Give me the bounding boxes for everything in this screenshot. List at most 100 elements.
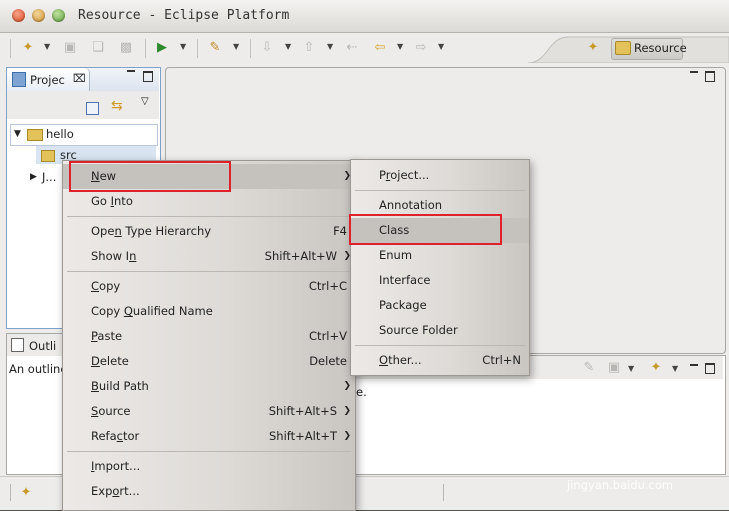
context-menu-item-export[interactable]: Export... xyxy=(63,479,355,504)
run-icon[interactable]: ▶ xyxy=(154,40,170,56)
new-submenu-item-source-folder[interactable]: Source Folder xyxy=(351,318,529,343)
folder-icon xyxy=(615,41,631,55)
new-highlight-box xyxy=(69,161,231,192)
forward-dropdown-arrow[interactable]: ▼ xyxy=(438,42,444,51)
tree-item-library[interactable]: J... xyxy=(42,168,56,186)
context-menu-item-accelerator: Shift+Alt+S xyxy=(268,404,337,418)
back-icon[interactable]: ⇦ xyxy=(372,40,388,56)
close-icon[interactable]: ⌧ xyxy=(73,72,86,85)
new-dropdown-arrow[interactable]: ▼ xyxy=(44,42,50,51)
context-menu-item-accelerator: F4 xyxy=(333,224,347,238)
context-menu-item-delete[interactable]: Delete Delete xyxy=(63,349,355,374)
pin-icon[interactable]: ✎ xyxy=(581,360,597,376)
print-icon[interactable]: ▩ xyxy=(118,40,134,56)
maximize-bottom-view-icon[interactable] xyxy=(705,363,715,374)
watermark: Bai du 经验 xyxy=(560,430,705,467)
package-folder-icon xyxy=(41,150,55,162)
previous-annotation-dropdown-arrow[interactable]: ▼ xyxy=(327,42,333,51)
toolbar-separator xyxy=(145,39,146,58)
context-menu-item-copy[interactable]: Copy Ctrl+C xyxy=(63,274,355,299)
minimize-view-icon[interactable] xyxy=(127,70,135,73)
project-explorer-toolbar xyxy=(7,91,159,119)
outline-icon xyxy=(11,338,24,352)
context-menu-item-go-into[interactable]: Go Into xyxy=(63,189,355,214)
project-explorer-icon xyxy=(12,72,26,87)
menu-separator xyxy=(355,345,525,346)
new-submenu-item-interface[interactable]: Interface xyxy=(351,268,529,293)
project-explorer-tab-label: Projec xyxy=(30,73,65,87)
last-edit-icon[interactable]: ⇠ xyxy=(344,40,360,56)
view-message-tail: e. xyxy=(356,385,367,399)
external-tools-dropdown-arrow[interactable]: ▼ xyxy=(233,42,239,51)
console-dropdown-arrow[interactable]: ▼ xyxy=(628,364,634,373)
context-menu-item-label: Copy xyxy=(91,279,121,293)
minimize-editor-icon[interactable] xyxy=(690,71,698,73)
project-folder-icon xyxy=(27,129,43,141)
context-menu-item-label: Show In xyxy=(91,249,137,263)
context-menu-item-accelerator: Shift+Alt+T xyxy=(268,429,337,443)
forward-icon[interactable]: ⇨ xyxy=(413,40,429,56)
new-console-dropdown-arrow[interactable]: ▼ xyxy=(672,364,678,373)
class-highlight-box xyxy=(349,214,502,245)
context-menu-item-accelerator: Shift+Alt+W xyxy=(264,249,337,263)
collapse-toggle-icon[interactable]: ▶ xyxy=(30,168,37,186)
minimize-bottom-view-icon[interactable] xyxy=(690,364,698,366)
context-menu-item-copy-qualified-name[interactable]: Copy Qualified Name xyxy=(63,299,355,324)
collapse-all-icon[interactable] xyxy=(86,102,99,115)
expand-toggle-icon[interactable]: ▼ xyxy=(14,125,21,143)
new-submenu-item-label: Other... xyxy=(379,353,422,367)
context-menu-item-build-path[interactable]: Build Path ❯ xyxy=(63,374,355,399)
maximize-view-icon[interactable] xyxy=(143,71,153,82)
context-menu-item-label: Paste xyxy=(91,329,123,343)
context-menu-item-show-in[interactable]: Show In Shift+Alt+W ❯ xyxy=(63,244,355,269)
tree-item-hello[interactable]: hello xyxy=(46,125,74,143)
run-dropdown-arrow[interactable]: ▼ xyxy=(180,42,186,51)
new-submenu-item-project[interactable]: Project... xyxy=(351,163,529,188)
new-console-icon[interactable]: ✦ xyxy=(648,360,664,376)
context-menu-item-label: Copy Qualified Name xyxy=(91,304,213,318)
open-perspective-icon[interactable]: ✦ xyxy=(585,40,601,56)
view-menu-icon[interactable]: ▽ xyxy=(141,96,149,107)
fast-view-icon[interactable]: ✦ xyxy=(18,485,34,501)
previous-annotation-icon[interactable]: ⇧ xyxy=(301,40,317,56)
status-bar-grip xyxy=(10,484,11,501)
save-icon[interactable]: ▣ xyxy=(62,40,78,56)
context-menu-item-label: Go Into xyxy=(91,194,133,208)
context-menu-item-label: Open Type Hierarchy xyxy=(91,224,212,238)
watermark-logo: Bai du 经验 xyxy=(560,436,705,466)
context-menu-item-accelerator: Ctrl+C xyxy=(308,279,347,293)
maximize-window-button[interactable] xyxy=(52,9,65,22)
next-annotation-dropdown-arrow[interactable]: ▼ xyxy=(285,42,291,51)
context-menu-item-import[interactable]: Import... xyxy=(63,454,355,479)
console-icon[interactable]: ▣ xyxy=(606,360,622,376)
new-submenu: Project... Annotation Class Enum Interface Pa… xyxy=(350,159,530,376)
outline-message: An outline xyxy=(9,362,68,376)
maximize-editor-icon[interactable] xyxy=(705,71,715,82)
context-menu-item-label: Build Path xyxy=(91,379,149,393)
context-menu-item-open-type-hierarchy[interactable]: Open Type Hierarchy F4 xyxy=(63,219,355,244)
save-all-icon[interactable]: ❏ xyxy=(90,40,106,56)
new-submenu-item-other[interactable]: Other... Ctrl+N xyxy=(351,348,529,373)
submenu-arrow-icon: ❯ xyxy=(343,381,351,391)
context-menu-item-label: Source xyxy=(91,404,131,418)
outline-tab-label: Outli xyxy=(29,339,57,353)
minimize-window-button[interactable] xyxy=(32,9,45,22)
close-window-button[interactable] xyxy=(12,9,25,22)
new-submenu-item-label: Enum xyxy=(379,248,413,262)
external-tools-icon[interactable]: ✎ xyxy=(207,40,223,56)
new-submenu-item-enum[interactable]: Enum xyxy=(351,243,529,268)
context-menu-item-accelerator: Ctrl+V xyxy=(309,329,347,343)
context-menu-item-paste[interactable]: Paste Ctrl+V xyxy=(63,324,355,349)
next-annotation-icon[interactable]: ⇩ xyxy=(259,40,275,56)
context-menu-item-source[interactable]: Source Shift+Alt+S ❯ xyxy=(63,399,355,424)
back-dropdown-arrow[interactable]: ▼ xyxy=(397,42,403,51)
new-submenu-item-package[interactable]: Package xyxy=(351,293,529,318)
link-with-editor-icon[interactable]: ⇆ xyxy=(111,98,123,114)
toolbar-grip xyxy=(10,39,11,58)
context-menu-item-label: Export... xyxy=(91,484,140,498)
menu-separator xyxy=(67,451,351,452)
context-menu-item-refactor[interactable]: Refactor Shift+Alt+T ❯ xyxy=(63,424,355,449)
context-menu: New ❯ Go Into Open Type Hierarchy F4 Show In S… xyxy=(62,160,356,511)
new-wizard-icon[interactable]: ✦ xyxy=(20,40,36,56)
watermark-url: jingyan.baidu.com xyxy=(567,478,674,492)
